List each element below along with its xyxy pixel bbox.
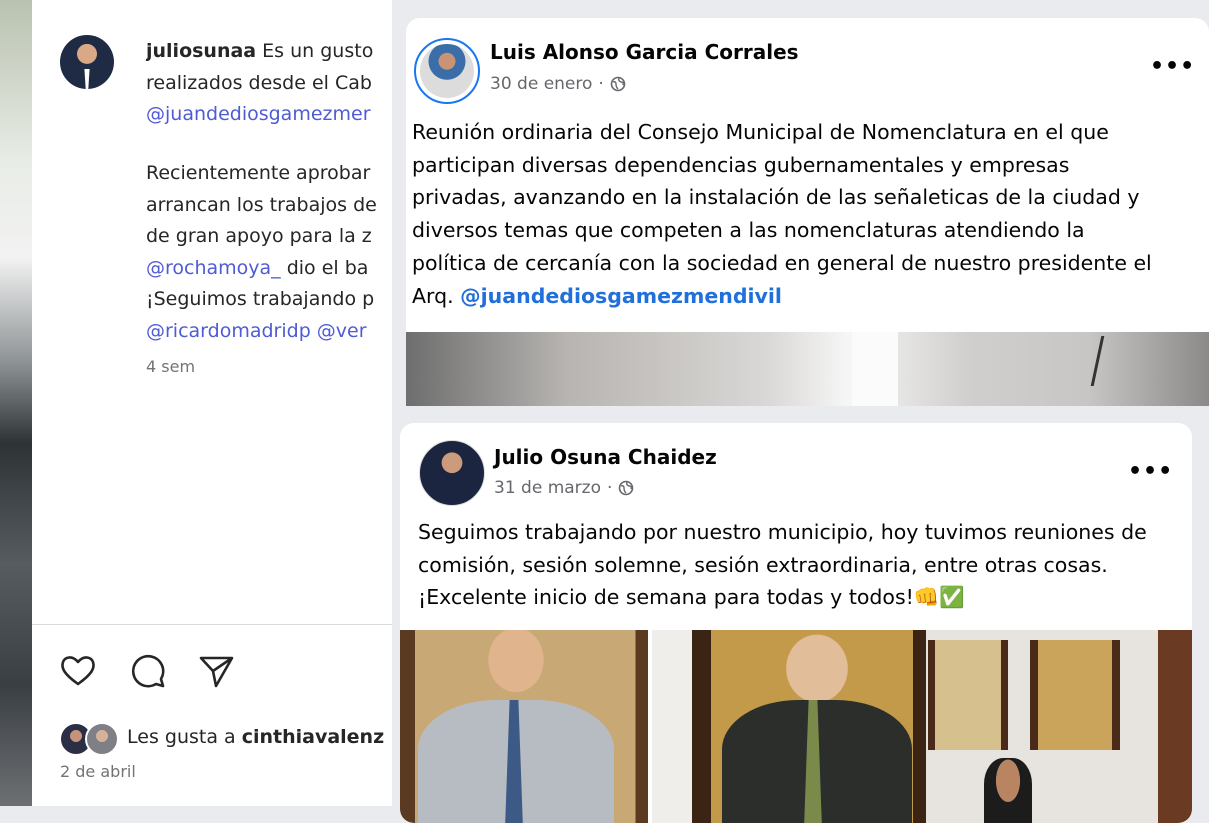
fb-post-date[interactable]: 30 de enero [490,74,592,94]
ig-username[interactable]: juliosunaa [146,40,256,62]
ig-caption-mention[interactable]: @juandediosgamezmer [146,99,390,131]
fb-post-photo[interactable] [406,332,1209,406]
fb-text-prefix: Arq. [412,283,461,308]
ig-caption: juliosunaa Es un gusto realizados desde … [146,36,390,131]
globe-icon [619,480,634,496]
comment-icon[interactable] [128,651,168,691]
collage-photo-2[interactable] [652,630,932,823]
fb-post-text: Reunión ordinaria del Consejo Municipal … [412,116,1202,312]
ig-likes-text: Les gusta a cinthiavalenz [127,726,390,748]
ig-mention-ricardo[interactable]: @ricardomadridp @ver [146,316,390,348]
fb-photo-collage [400,630,1192,823]
fb-post-date[interactable]: 31 de marzo [494,478,601,498]
ig-para-line-5: ¡Seguimos trabajando p [146,288,375,310]
ig-caption-paragraph: Recientemente aprobar arrancan los traba… [146,158,390,347]
fb-text-line: participan diversas dependencias guberna… [412,152,1070,177]
ig-caption-line-1: Es un gusto [262,40,374,62]
fb-mention-link[interactable]: @juandediosgamezmendivil [460,284,782,308]
globe-icon [610,76,626,92]
collage-photo-1[interactable] [400,630,648,823]
ceiling-light [852,332,898,406]
fb-author-name[interactable]: Julio Osuna Chaidez [494,445,717,469]
fb-text-line: Reunión ordinaria del Consejo Municipal … [412,120,1109,144]
liker-avatar [85,722,119,756]
fb-post-text: Seguimos trabajando por nuestro municipi… [418,516,1188,614]
ig-mention-rochamoya[interactable]: @rochamoya_ [146,257,281,279]
ig-caption-line-2: realizados desde el Cab [146,71,372,94]
fb-post-card-1: Luis Alonso Garcia Corrales 30 de enero … [406,18,1209,406]
ig-post-time[interactable]: 4 sem [146,357,195,376]
more-options-icon[interactable]: ••• [1128,459,1173,484]
fb-author-avatar[interactable] [414,38,480,104]
fb-text-line-last: Arq. @juandediosgamezmendivil [412,280,1202,313]
ig-para-line-2: arrancan los trabajos de [146,193,377,216]
meta-separator: · [598,74,604,94]
fb-text-line: política de cercanía con la sociedad en … [412,250,1152,275]
ig-divider [32,624,392,625]
heart-icon[interactable] [58,651,98,691]
ig-likes-user[interactable]: cinthiavalenz [242,726,384,748]
send-icon[interactable] [196,651,236,691]
ig-background-photo [0,0,32,806]
fb-text-line: Seguimos trabajando por nuestro municipi… [418,520,1147,544]
ig-para-line-4-rest: dio el ba [280,256,369,279]
ig-post-date[interactable]: 2 de abril [60,762,136,781]
fb-author-name[interactable]: Luis Alonso Garcia Corrales [490,40,799,64]
ig-para-line-4: @rochamoya_ dio el ba [146,253,390,285]
ig-author-avatar[interactable] [60,35,114,89]
ig-para-line-1: Recientemente aprobar [146,162,371,184]
ig-likes-prefix: Les gusta a [127,726,242,748]
fb-text-line: comisión, sesión solemne, sesión extraor… [418,552,1108,577]
fb-text-line: diversos temas que competen a las nomenc… [412,218,1085,243]
fb-text-line: ¡Excelente inicio de semana para todas y… [418,585,965,610]
collage-photo-3[interactable] [926,630,1192,823]
fb-text-line: privadas, avanzando en la instalación de… [412,185,1140,210]
fb-post-meta: 30 de enero · [490,74,626,94]
fb-post-card-2: Julio Osuna Chaidez 31 de marzo · ••• Se… [400,423,1192,823]
fb-author-avatar[interactable] [419,440,485,506]
fb-post-meta: 31 de marzo · [494,478,634,498]
ig-likers-avatars[interactable] [59,722,121,756]
more-options-icon[interactable]: ••• [1150,54,1195,79]
meta-separator: · [606,478,613,498]
ig-action-bar [58,651,248,693]
ig-para-line-3: de gran apoyo para la z [146,225,372,247]
